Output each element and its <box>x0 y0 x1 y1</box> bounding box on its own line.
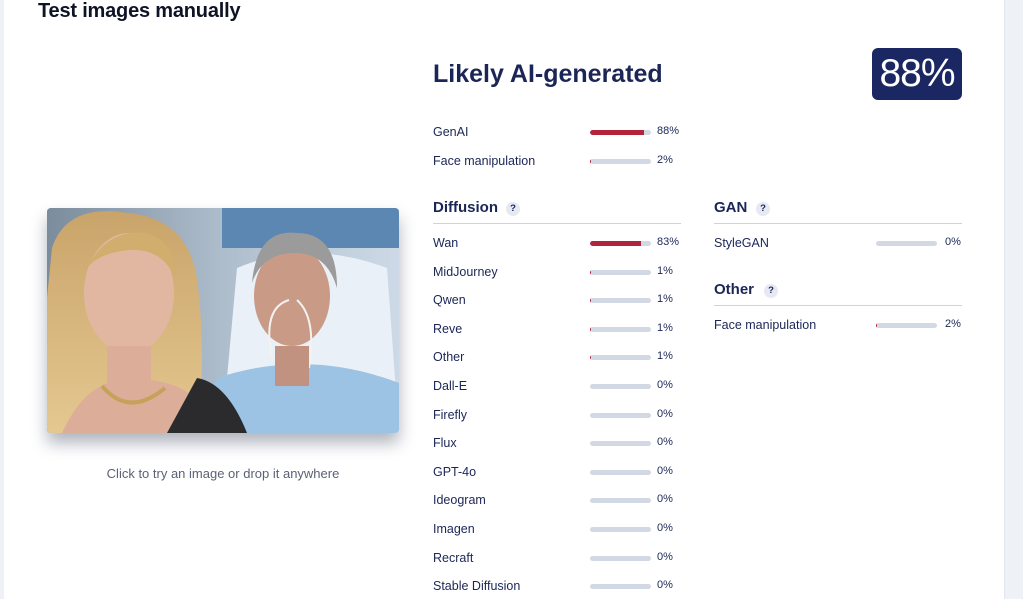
progress-bar <box>590 384 651 389</box>
model-label: Face manipulation <box>714 318 817 332</box>
model-label: Flux <box>433 436 457 450</box>
model-percent: 0% <box>657 579 673 591</box>
model-label: Imagen <box>433 522 475 536</box>
gan-row-stylegan: StyleGAN 0% <box>714 236 964 252</box>
progress-bar <box>590 241 651 246</box>
model-label: Stable Diffusion <box>433 579 521 593</box>
progress-fill <box>590 159 592 164</box>
diffusion-row: Dall-E 0% <box>433 379 693 395</box>
model-label: StyleGAN <box>714 236 769 250</box>
model-percent: 0% <box>657 436 673 448</box>
verdict-title: Likely AI-generated <box>433 60 663 88</box>
model-label: Wan <box>433 236 459 250</box>
model-percent: 1% <box>657 265 673 277</box>
model-label: Other <box>433 350 465 364</box>
progress-bar <box>590 556 651 561</box>
model-label: Reve <box>433 322 463 336</box>
model-percent: 1% <box>657 293 673 305</box>
other-row-face-manipulation: Face manipulation 2% <box>714 318 964 334</box>
progress-bar <box>590 159 651 164</box>
model-percent: 83% <box>657 236 680 248</box>
model-percent: 0% <box>657 493 673 505</box>
progress-bar <box>590 498 651 503</box>
diffusion-row: Wan 83% <box>433 236 693 252</box>
section-title: GAN <box>714 199 748 216</box>
summary-label: Face manipulation <box>433 154 536 168</box>
summary-percent: 88% <box>657 125 680 137</box>
progress-bar <box>590 527 651 532</box>
diffusion-row: Recraft 0% <box>433 551 693 567</box>
progress-fill <box>876 323 878 328</box>
progress-fill <box>590 327 592 332</box>
progress-fill <box>590 270 592 275</box>
model-label: Recraft <box>433 551 474 565</box>
section-title: Other <box>714 281 755 298</box>
progress-bar <box>876 323 937 328</box>
diffusion-row: Imagen 0% <box>433 522 693 538</box>
model-label: Qwen <box>433 293 466 307</box>
help-icon[interactable]: ? <box>756 202 770 216</box>
diffusion-row: Firefly 0% <box>433 408 693 424</box>
progress-fill <box>590 130 644 135</box>
diffusion-row: Flux 0% <box>433 436 693 452</box>
progress-bar <box>590 470 651 475</box>
diffusion-row: MidJourney 1% <box>433 265 693 281</box>
diffusion-row: Stable Diffusion 0% <box>433 579 693 595</box>
diffusion-row: Qwen 1% <box>433 293 693 309</box>
model-label: Firefly <box>433 408 468 422</box>
diffusion-section-header: Diffusion ? <box>433 199 681 224</box>
progress-bar <box>590 584 651 589</box>
model-percent: 2% <box>945 318 961 330</box>
diffusion-row: Ideogram 0% <box>433 493 693 509</box>
progress-bar <box>876 241 937 246</box>
help-icon[interactable]: ? <box>764 284 778 298</box>
help-icon[interactable]: ? <box>506 202 520 216</box>
progress-bar <box>590 130 651 135</box>
model-label: GPT-4o <box>433 465 477 479</box>
model-percent: 0% <box>657 522 673 534</box>
model-label: MidJourney <box>433 265 498 279</box>
diffusion-row: Reve 1% <box>433 322 693 338</box>
progress-bar <box>590 298 651 303</box>
score-badge: 88% <box>872 48 962 100</box>
summary-label: GenAI <box>433 125 469 139</box>
progress-bar <box>590 413 651 418</box>
diffusion-row: Other 1% <box>433 350 693 366</box>
section-title: Diffusion <box>433 199 498 216</box>
model-percent: 0% <box>657 408 673 420</box>
diffusion-row: GPT-4o 0% <box>433 465 693 481</box>
gan-section-header: GAN ? <box>714 199 962 224</box>
model-label: Dall-E <box>433 379 468 393</box>
progress-bar <box>590 441 651 446</box>
summary-row-face-manipulation: Face manipulation 2% <box>433 154 693 170</box>
summary-percent: 2% <box>657 154 673 166</box>
progress-bar <box>590 327 651 332</box>
progress-fill <box>590 241 641 246</box>
uploaded-image[interactable] <box>47 208 399 433</box>
progress-fill <box>590 355 592 360</box>
progress-bar <box>590 355 651 360</box>
progress-bar <box>590 270 651 275</box>
drop-hint-text: Click to try an image or drop it anywher… <box>106 466 340 481</box>
progress-fill <box>590 298 592 303</box>
summary-row-genai: GenAI 88% <box>433 125 693 141</box>
model-label: Ideogram <box>433 493 486 507</box>
model-percent: 0% <box>657 551 673 563</box>
model-percent: 1% <box>657 322 673 334</box>
model-percent: 0% <box>945 236 961 248</box>
page-title: Test images manually <box>38 0 241 22</box>
model-percent: 0% <box>657 379 673 391</box>
model-percent: 1% <box>657 350 673 362</box>
test-photo-illustration <box>47 208 399 433</box>
model-percent: 0% <box>657 465 673 477</box>
other-section-header: Other ? <box>714 281 962 306</box>
